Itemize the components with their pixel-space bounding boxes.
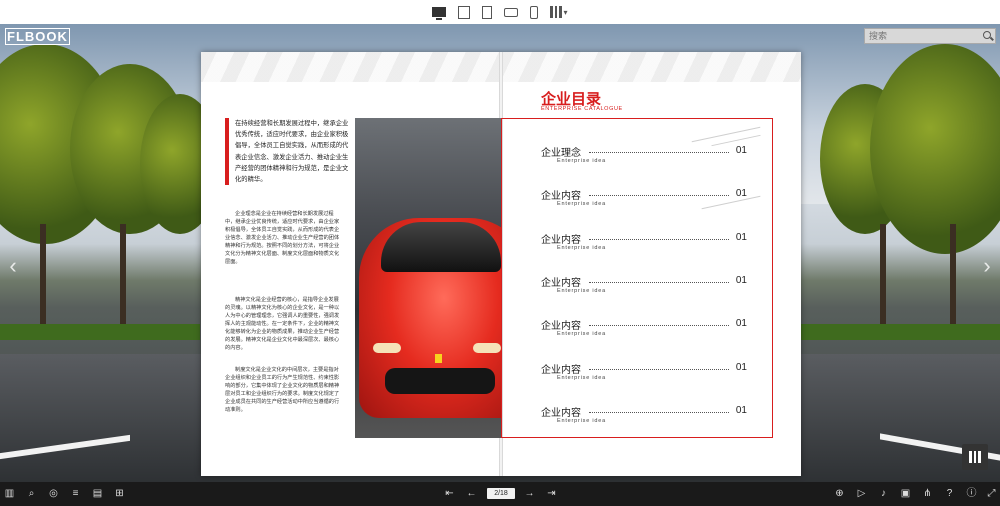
thumbnails-icon[interactable]: ▥ (4, 488, 15, 499)
tree-trunk (120, 224, 126, 334)
prev-page-icon[interactable]: ← (466, 488, 477, 499)
catalogue-item[interactable]: 企业理念 Enterprise idea 01 (541, 144, 747, 168)
catalogue-item[interactable]: 企业内容 Enterprise idea 01 (541, 404, 747, 428)
catalogue-item[interactable]: 企业内容 Enterprise idea 01 (541, 317, 747, 341)
catalogue-item-sub: Enterprise idea (557, 201, 606, 207)
catalogue-item-label: 企业内容 (541, 278, 581, 289)
catalogue-item-label: 企业内容 (541, 191, 581, 202)
leader-dots (589, 195, 729, 196)
page-indicator[interactable]: 2/18 (487, 488, 515, 499)
info-icon[interactable]: ⓘ (966, 488, 977, 499)
catalogue-item-label: 企业内容 (541, 365, 581, 376)
search-input[interactable] (865, 31, 983, 41)
share-icon[interactable]: ⋔ (922, 488, 933, 499)
flbook-logo[interactable]: FLBOOK (4, 28, 71, 45)
catalogue-subtitle: ENTERPRISE CATALOGUE (541, 106, 623, 112)
help-icon[interactable]: ? (944, 488, 955, 499)
search-icon[interactable] (983, 31, 993, 41)
body-paragraph: 制度文化是企业文化的中间层次，主要是指对企业组织和企业员工的行为产生规范性、约束… (225, 367, 340, 413)
print-icon[interactable]: ▣ (900, 488, 911, 499)
qr-code-button[interactable] (962, 444, 988, 470)
text-icon[interactable]: ≡ (70, 488, 81, 499)
book-spread[interactable]: 在持续经营和长期发展过程中，继承企业优秀传统，适应时代要求，由企业家积极倡导，全… (201, 52, 801, 476)
catalogue-item-label: 企业理念 (541, 148, 581, 159)
desktop-icon[interactable] (432, 7, 447, 20)
leader-dots (589, 412, 729, 413)
first-page-icon[interactable]: ⇤ (444, 488, 455, 499)
zoom-in-icon[interactable]: ⊕ (834, 488, 845, 499)
catalogue-item-page: 01 (735, 188, 747, 199)
catalogue-item-label: 企业内容 (541, 321, 581, 332)
tree-trunk (950, 224, 956, 334)
catalogue-item-page: 01 (735, 232, 747, 243)
phone-landscape-icon[interactable] (504, 7, 519, 17)
tree-trunk (40, 224, 46, 334)
catalogue-item-sub: Enterprise idea (557, 158, 606, 164)
car-grille (385, 368, 495, 394)
leader-dots (589, 152, 729, 153)
last-page-icon[interactable]: ⇥ (546, 488, 557, 499)
intro-quote: 在持续经营和长期发展过程中，继承企业优秀传统，适应时代要求，由企业家积极倡导，全… (225, 118, 353, 186)
hedge (800, 324, 1000, 340)
tablet-portrait-icon[interactable] (482, 5, 493, 19)
leader-dots (589, 325, 729, 326)
body-paragraph: 企业理念是企业在持续经营和长期发展过程中，继承企业优良传统，适应时代要求，由企业… (225, 211, 340, 265)
catalogue-item[interactable]: 企业内容 Enterprise idea 01 (541, 361, 747, 385)
prev-page-arrow[interactable]: ‹ (6, 254, 20, 278)
autoplay-icon[interactable]: ▷ (856, 488, 867, 499)
phone-portrait-icon[interactable] (530, 5, 539, 19)
grid-icon[interactable]: ⊞ (114, 488, 125, 499)
catalogue-item-page: 01 (735, 405, 747, 416)
red-sports-car-photo (355, 118, 501, 438)
search-icon[interactable]: ⌕ (26, 488, 37, 499)
car-windshield (381, 222, 501, 272)
catalogue-item-sub: Enterprise idea (557, 375, 606, 381)
next-page-icon[interactable]: → (524, 488, 535, 499)
leader-dots (589, 369, 729, 370)
body-paragraph: 精神文化是企业经营的核心，是指导企业发展的灵魂。以精神文化为核心的企业文化，是一… (225, 297, 340, 351)
qr-code-icon (550, 6, 563, 18)
catalogue-item-page: 01 (735, 145, 747, 156)
catalogue-item-sub: Enterprise idea (557, 331, 606, 337)
search-box (864, 28, 996, 44)
tree-trunk (880, 224, 886, 334)
catalogue-item[interactable]: 企业内容 Enterprise idea 01 (541, 274, 747, 298)
sound-icon[interactable]: ♪ (878, 488, 889, 499)
leader-dots (589, 282, 729, 283)
hedge (0, 324, 200, 340)
leader-dots (589, 239, 729, 240)
car-headlight (373, 343, 401, 353)
catalogue-item-label: 企业内容 (541, 408, 581, 419)
chevron-down-icon: ▾ (563, 7, 568, 17)
catalogue-item[interactable]: 企业内容 Enterprise idea 01 (541, 231, 747, 255)
share-globe-icon[interactable]: ◎ (48, 488, 59, 499)
catalogue-item-page: 01 (735, 362, 747, 373)
tablet-landscape-icon[interactable] (458, 5, 471, 19)
car-badge (435, 354, 442, 363)
catalogue-item-sub: Enterprise idea (557, 418, 606, 424)
next-page-arrow[interactable]: › (980, 254, 994, 278)
bottom-toolbar: ▥ ⌕ ◎ ≡ ▤ ⊞ ⇤ ← 2/18 → ⇥ ⊕ ▷ ♪ ▣ ⋔ ? ⓘ ⤢ (0, 482, 1000, 506)
catalogue-item-page: 01 (735, 318, 747, 329)
catalogue-item-page: 01 (735, 275, 747, 286)
catalogue-item-sub: Enterprise idea (557, 288, 606, 294)
fullscreen-icon[interactable]: ⤢ (986, 488, 997, 499)
catalogue-item-sub: Enterprise idea (557, 245, 606, 251)
catalogue-item[interactable]: 企业内容 Enterprise idea 01 (541, 187, 747, 211)
catalogue-item-label: 企业内容 (541, 235, 581, 246)
car-headlight (473, 343, 501, 353)
qr-code-menu[interactable]: ▾ (550, 6, 568, 18)
bookmark-icon[interactable]: ▤ (92, 488, 103, 499)
device-mode-bar: ▾ (0, 0, 1000, 24)
